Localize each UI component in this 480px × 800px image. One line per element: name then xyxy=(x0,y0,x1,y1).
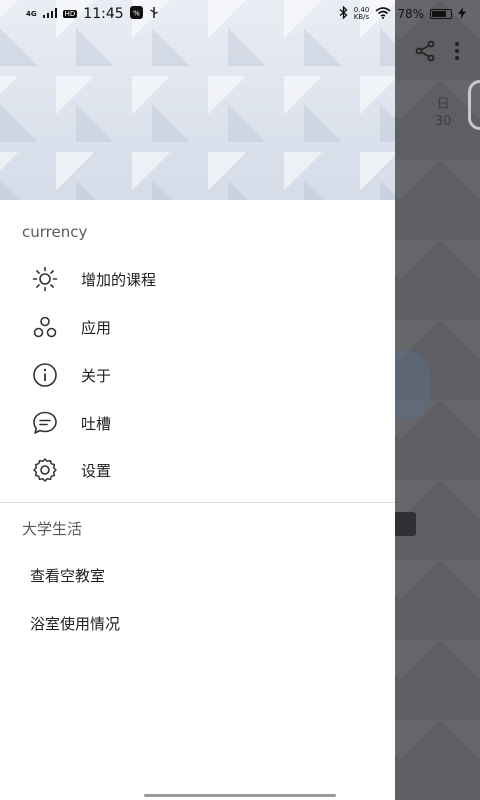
clock: 11:45 xyxy=(83,6,124,22)
menu-item-feedback[interactable]: 吐槽 xyxy=(0,399,395,447)
network-type: 4G xyxy=(26,10,37,18)
menu-label: 关于 xyxy=(81,366,112,385)
menu-label: 应用 xyxy=(81,318,112,337)
section-title-college-life: 大学生活 xyxy=(22,520,83,538)
section-title-currency: currency xyxy=(22,223,88,241)
bluetooth-icon xyxy=(339,5,348,22)
day-number: 30 xyxy=(434,114,452,129)
notification-app-icon: % xyxy=(129,5,143,23)
background-edge-tab xyxy=(468,80,480,130)
battery-icon xyxy=(430,9,452,19)
status-bar: 4G HD 11:45 % 0.40 KB/s 78% xyxy=(0,0,480,28)
navigation-drawer: currency 增加的课程 应用 关于 吐槽 设置 大学生活 查看空教室 浴室… xyxy=(0,0,395,800)
more-vert-icon xyxy=(454,41,460,61)
drawer-divider xyxy=(0,502,395,503)
battery-percent: 78% xyxy=(397,7,424,21)
home-indicator[interactable] xyxy=(144,794,336,797)
menu-item-about[interactable]: 关于 xyxy=(0,351,395,399)
menu-label: 设置 xyxy=(81,461,112,480)
charging-icon xyxy=(458,6,466,22)
net-speed-unit: KB/s xyxy=(353,13,370,21)
link-empty-classrooms[interactable]: 查看空教室 xyxy=(0,551,395,599)
menu-item-settings[interactable]: 设置 xyxy=(0,446,395,494)
menu-item-added-courses[interactable]: 增加的课程 xyxy=(0,255,395,303)
share-icon xyxy=(414,40,436,62)
background-toolbar xyxy=(395,28,480,74)
background-basket-icon xyxy=(394,512,416,536)
usb-icon xyxy=(149,6,159,23)
info-icon xyxy=(31,361,59,389)
status-right: 0.40 KB/s 78% xyxy=(339,5,466,22)
chat-bubble-icon xyxy=(31,409,59,437)
svg-text:%: % xyxy=(133,9,140,17)
apps-circles-icon xyxy=(31,313,59,341)
screen: 日 30 4G HD 11:45 % 0.40 KB/s 78% currenc… xyxy=(0,0,480,800)
menu-item-apps[interactable]: 应用 xyxy=(0,303,395,351)
drawer-header-image xyxy=(0,0,395,200)
signal-icon xyxy=(42,7,57,22)
menu-label: 吐槽 xyxy=(81,414,112,433)
net-speed: 0.40 KB/s xyxy=(354,7,370,21)
day-label: 日 xyxy=(436,97,450,112)
link-bathroom-usage[interactable]: 浴室使用情况 xyxy=(0,599,395,647)
hd-badge: HD xyxy=(62,10,78,18)
sun-icon xyxy=(31,265,59,293)
wifi-icon xyxy=(375,6,391,22)
menu-label: 增加的课程 xyxy=(81,270,157,289)
status-left: 4G HD 11:45 % xyxy=(26,5,159,23)
background-day-header: 日 30 xyxy=(426,96,460,130)
gear-icon xyxy=(31,456,59,484)
